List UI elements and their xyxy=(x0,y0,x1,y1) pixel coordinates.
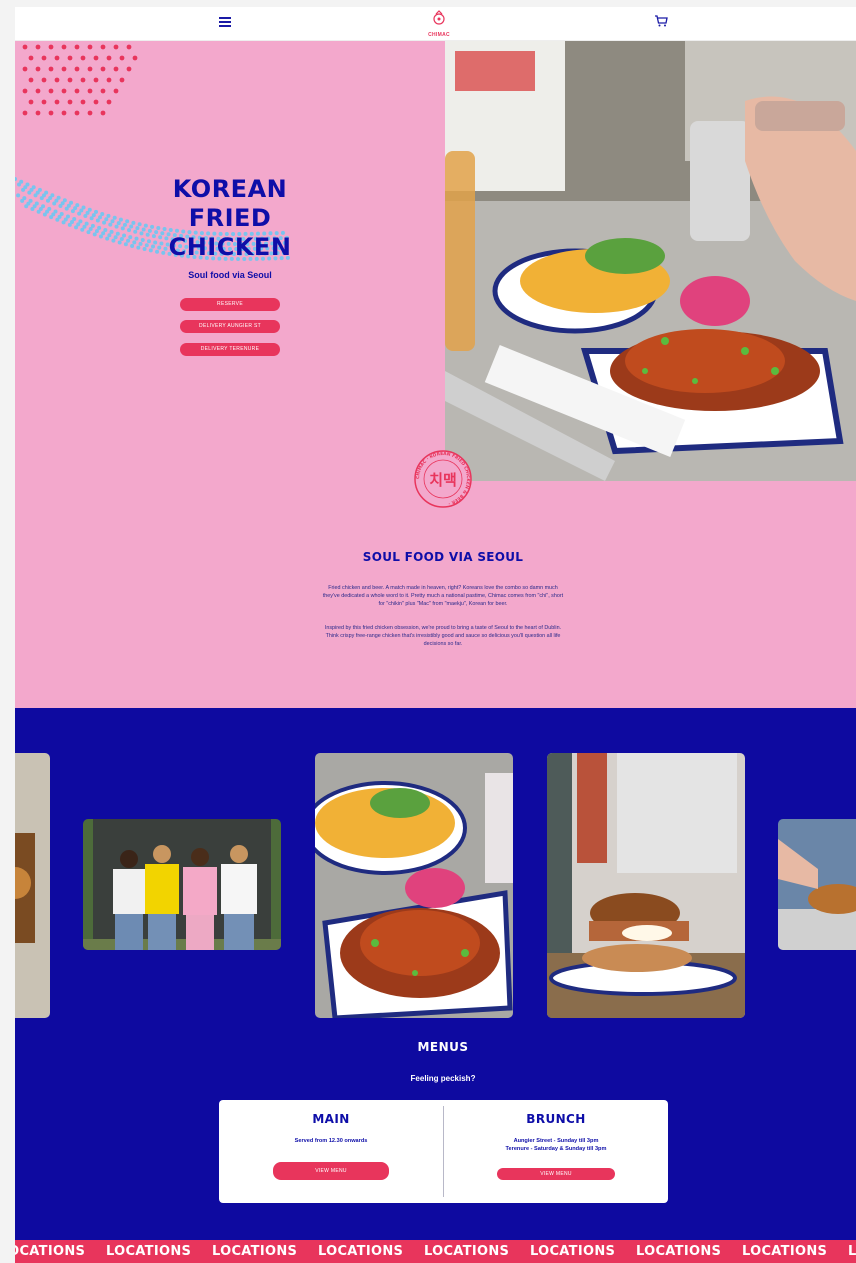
delivery-aungier-button[interactable]: DELIVERY AUNGIER ST xyxy=(180,320,280,333)
marquee-word: LOCATIONS xyxy=(636,1244,722,1259)
marquee-row: LOCATIONS LOCATIONS LOCATIONS LOCATIONS … xyxy=(15,1244,856,1259)
delivery-terenure-button[interactable]: DELIVERY TERENURE xyxy=(180,343,280,356)
cart-icon[interactable] xyxy=(654,15,668,27)
brunch-menu-note: Aungier Street - Sunday till 3pm xyxy=(513,1138,599,1144)
gallery-image xyxy=(547,753,745,1018)
main-menu-column: MAIN Served from 12.30 onwards VIEW MENU xyxy=(219,1100,443,1203)
hero-title-line: CHICKEN xyxy=(168,233,292,261)
gallery-image xyxy=(83,819,281,950)
hero-food-photo xyxy=(445,41,856,481)
menus-subtitle: Feeling peckish? xyxy=(410,1074,476,1083)
food-photo-illustration xyxy=(445,41,856,481)
marquee-word: LOCATIONS xyxy=(212,1244,298,1259)
intro-section: SOUL FOOD VIA SEOUL Fried chicken and be… xyxy=(15,481,856,708)
hero-panel: KOREAN FRIED CHICKEN Soul food via Seoul… xyxy=(15,41,445,481)
top-nav: CHIMAC xyxy=(15,7,856,41)
page: CHIMAC KOREAN FRIED CHICKEN Soul food vi… xyxy=(15,7,856,1263)
brunch-view-menu-button[interactable]: VIEW MENU xyxy=(497,1168,615,1180)
main-view-menu-button[interactable]: VIEW MENU xyxy=(273,1162,389,1180)
locations-marquee[interactable]: LOCATIONS LOCATIONS LOCATIONS LOCATIONS … xyxy=(15,1240,856,1263)
stamp-hangul: 치맥 xyxy=(429,471,457,489)
marquee-word: LOCATIONS xyxy=(106,1244,192,1259)
main-menu-title: MAIN xyxy=(312,1112,350,1126)
gallery-image xyxy=(15,753,50,1018)
intro-paragraph: Inspired by this fried chicken obsession… xyxy=(324,625,562,647)
main-menu-note: Served from 12.30 onwards xyxy=(294,1138,368,1144)
menus-title: MENUS xyxy=(417,1040,469,1054)
logo-text: CHIMAC xyxy=(428,32,450,38)
brunch-menu-column: BRUNCH Aungier Street - Sunday till 3pm … xyxy=(444,1100,668,1203)
chicken-logo-icon xyxy=(433,10,445,25)
marquee-word: LOCATIONS xyxy=(848,1244,856,1259)
marquee-word: LOCATIONS xyxy=(742,1244,828,1259)
chimac-stamp-badge: CHIMAC · KOREAN FRIED CHICKEN & BEER · 치… xyxy=(413,449,473,509)
marquee-word: LOCATIONS xyxy=(530,1244,616,1259)
brunch-menu-title: BRUNCH xyxy=(526,1112,586,1126)
marquee-word: LOCATIONS xyxy=(15,1244,86,1259)
gallery-image xyxy=(315,753,513,1018)
hero-subtitle: Soul food via Seoul xyxy=(188,270,272,280)
marquee-word: LOCATIONS xyxy=(424,1244,510,1259)
gallery-image xyxy=(778,819,856,950)
intro-title: SOUL FOOD VIA SEOUL xyxy=(362,550,524,564)
reserve-button[interactable]: RESERVE xyxy=(180,298,280,311)
chimac-logo[interactable]: CHIMAC xyxy=(423,10,455,38)
hero-title-line: FRIED xyxy=(188,204,272,232)
intro-paragraph: Fried chicken and beer. A match made in … xyxy=(322,585,564,607)
hamburger-icon[interactable] xyxy=(219,17,231,27)
marquee-word: LOCATIONS xyxy=(318,1244,404,1259)
brunch-menu-note: Terenure - Saturday & Sunday till 3pm xyxy=(505,1146,607,1152)
hero-title: KOREAN FRIED CHICKEN xyxy=(135,175,325,262)
gallery-section: MENUS Feeling peckish? MAIN Served from … xyxy=(15,708,856,1263)
hero-title-line: KOREAN xyxy=(172,175,288,203)
menus-card: MAIN Served from 12.30 onwards VIEW MENU… xyxy=(219,1100,668,1203)
